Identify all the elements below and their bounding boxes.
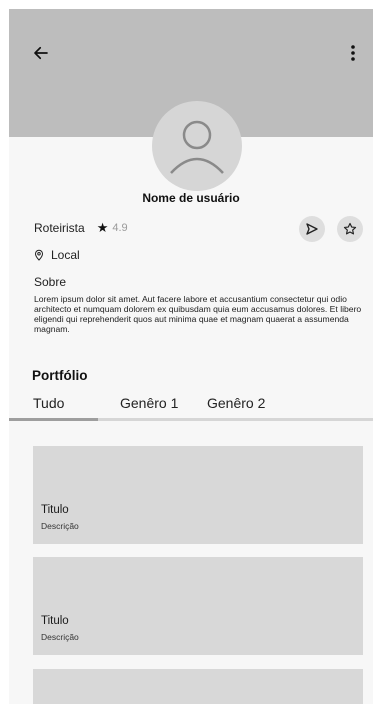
user-icon [170,120,224,174]
rating-value: 4.9 [112,222,128,234]
role-label: Roteirista [34,221,85,235]
portfolio-title: Portfólio [32,368,88,383]
send-icon [306,223,318,235]
avatar [152,101,242,191]
more-vertical-icon [351,45,355,61]
star-outline-icon [343,222,357,235]
profile-screen: Nome de usuário Roteirista ★ 4.9 Local S… [9,9,373,704]
card-description: Descrição [41,632,79,642]
more-options-button[interactable] [341,41,365,65]
tab-genre-2[interactable]: Genêro 2 [207,395,265,411]
portfolio-card[interactable]: Titulo Descrição [33,557,363,655]
favorite-button[interactable] [337,216,363,242]
map-pin-icon [34,249,44,261]
username: Nome de usuário [142,191,240,205]
location-label: Local [51,248,80,262]
tab-active-indicator [9,418,98,421]
role-rating-row: Roteirista ★ 4.9 [34,220,128,236]
star-icon: ★ [96,220,109,235]
card-title: Titulo [41,504,69,516]
arrow-left-icon [34,46,48,60]
back-button[interactable] [29,41,53,65]
tab-genre-1[interactable]: Genêro 1 [120,395,178,411]
portfolio-card[interactable]: Titulo Descrição [33,446,363,544]
bio-text: Lorem ipsum dolor sit amet. Aut facere l… [34,294,362,334]
location-row: Local [33,248,80,262]
send-message-button[interactable] [299,216,325,242]
tab-all[interactable]: Tudo [33,395,64,411]
card-description: Descrição [41,521,79,531]
portfolio-card[interactable] [33,669,363,704]
about-heading: Sobre [34,275,67,289]
card-title: Titulo [41,615,69,627]
